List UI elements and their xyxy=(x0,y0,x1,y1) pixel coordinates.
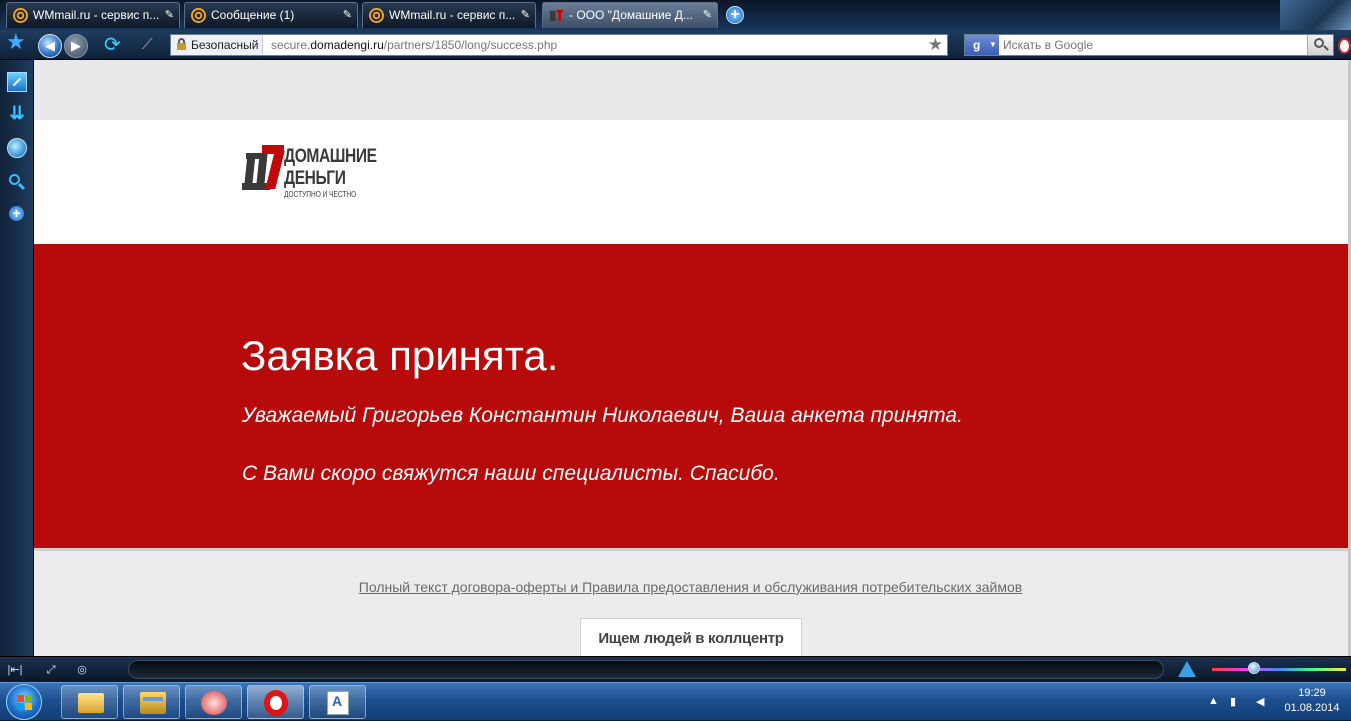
at-icon xyxy=(369,8,384,23)
zoom-slider-knob[interactable] xyxy=(1248,662,1260,674)
show-hidden-icons-icon[interactable]: ▲ xyxy=(1208,695,1219,707)
tab-label: WMmail.ru - сервис п... xyxy=(33,8,160,22)
url-prefix: secure. xyxy=(271,38,311,52)
page-title: Заявка принята. xyxy=(241,332,559,379)
forward-button[interactable]: ▶ xyxy=(64,34,88,58)
tab-wmmail-2[interactable]: WMmail.ru - сервис п... ✎ xyxy=(362,2,536,28)
clock-date: 01.08.2014 xyxy=(1284,702,1340,714)
volume-icon[interactable]: ◀ xyxy=(1256,695,1264,708)
site-header xyxy=(34,120,1351,244)
back-button[interactable]: ◀ xyxy=(38,34,62,58)
tab-label: - ООО "Домашние Д... xyxy=(569,8,693,22)
new-tab-button[interactable]: + xyxy=(726,6,744,24)
search-input[interactable] xyxy=(1001,35,1301,55)
google-engine-icon[interactable]: g ▼ xyxy=(965,35,999,55)
url-path: /partners/1850/long/success.php xyxy=(383,38,558,52)
at-icon xyxy=(191,8,206,23)
at-icon xyxy=(13,8,28,23)
bookmarks-panel-icon[interactable]: ★ xyxy=(6,31,26,53)
address-bar[interactable]: Безопасный secure.domadengi.ru/partners/… xyxy=(170,34,948,56)
contact-message: С Вами скоро свяжутся наши специалисты. … xyxy=(242,462,780,485)
history-panel-icon[interactable] xyxy=(7,138,27,158)
logo-mark-icon xyxy=(240,145,285,195)
bookmark-star-icon[interactable]: ★ xyxy=(928,35,943,55)
fit-width-icon[interactable]: ⤢ xyxy=(42,662,60,678)
tab-edit-icon[interactable]: ✎ xyxy=(703,3,712,27)
security-label: Безопасный xyxy=(191,38,259,52)
search-box: g ▼ xyxy=(964,34,1334,56)
chevron-down-icon: ▼ xyxy=(989,40,997,49)
side-panel: ★ ⇊ + xyxy=(0,31,34,656)
opera-menu-icon[interactable] xyxy=(1338,38,1351,54)
desktop-wallpaper-corner xyxy=(1280,0,1351,30)
notes-panel-icon[interactable] xyxy=(7,72,27,92)
tab-edit-icon[interactable]: ✎ xyxy=(521,3,530,27)
security-badge[interactable]: Безопасный xyxy=(171,35,264,55)
page-viewport: ДОМАШНИЕ ДЕНЬГИ ДОСТУПНО И ЧЕСТНО Заявка… xyxy=(34,60,1351,656)
browser-toolbar: ◀ ▶ ⟳ ⟋ Безопасный secure.domadengi.ru/p… xyxy=(0,30,1351,60)
browser-status-bar: |⇤| ⤢ ◎ xyxy=(0,656,1351,682)
system-clock[interactable]: 19:29 01.08.2014 xyxy=(1276,686,1348,716)
opera-icon xyxy=(264,690,288,716)
folder-icon xyxy=(140,692,166,714)
taskbar-document[interactable] xyxy=(309,685,366,719)
taskbar-snipping-tool[interactable] xyxy=(185,685,242,719)
tab-edit-icon[interactable]: ✎ xyxy=(165,3,174,27)
windows-taskbar: ▲ ▮ ◀ 19:29 01.08.2014 xyxy=(0,682,1351,720)
search-button[interactable] xyxy=(1307,35,1333,55)
arrow-left-icon: ◀ xyxy=(45,38,55,53)
tab-label: WMmail.ru - сервис п... xyxy=(389,8,516,22)
status-progress-track xyxy=(128,660,1164,679)
tab-message[interactable]: Сообщение (1) ✎ xyxy=(184,2,358,28)
wand-icon[interactable]: ⟋ xyxy=(142,36,166,56)
view-mode-icon[interactable]: ◎ xyxy=(73,662,91,678)
turbo-icon[interactable] xyxy=(1177,661,1197,679)
url-text[interactable]: secure.domadengi.ru/partners/1850/long/s… xyxy=(271,35,557,55)
page-top-strip xyxy=(34,60,1351,120)
clock-time: 19:29 xyxy=(1298,687,1326,699)
taskbar-opera[interactable] xyxy=(247,685,304,719)
logo-text-line2: ДЕНЬГИ xyxy=(284,168,346,189)
logo-text-line1: ДОМАШНИЕ xyxy=(284,146,377,167)
toggle-panel-icon[interactable]: |⇤| xyxy=(6,662,24,678)
site-logo[interactable]: ДОМАШНИЕ ДЕНЬГИ ДОСТУПНО И ЧЕСТНО xyxy=(240,145,390,201)
domadengi-favicon-icon xyxy=(549,9,564,22)
tab-wmmail-1[interactable]: WMmail.ru - сервис п... ✎ xyxy=(6,2,180,28)
tab-label: Сообщение (1) xyxy=(211,8,295,22)
start-button[interactable] xyxy=(6,684,42,720)
success-banner: Заявка принята. Уважаемый Григорьев Конс… xyxy=(34,244,1351,551)
downloads-panel-icon[interactable]: ⇊ xyxy=(7,104,27,124)
tab-domadengi[interactable]: - ООО "Домашние Д... ✎ xyxy=(542,2,718,28)
power-icon[interactable]: ▮ xyxy=(1230,695,1236,708)
callcenter-jobs-button[interactable]: Ищем людей в коллцентр xyxy=(580,618,802,656)
arrow-right-icon: ▶ xyxy=(71,38,81,53)
taskbar-explorer[interactable] xyxy=(123,685,180,719)
zoom-slider[interactable] xyxy=(1212,668,1346,671)
tab-strip: WMmail.ru - сервис п... ✎ Сообщение (1) … xyxy=(0,0,1351,30)
logo-tagline: ДОСТУПНО И ЧЕСТНО xyxy=(284,190,357,199)
tab-edit-icon[interactable]: ✎ xyxy=(343,3,352,27)
scissors-icon xyxy=(201,691,227,715)
taskbar-sticky-notes[interactable] xyxy=(61,685,118,719)
add-panel-icon[interactable]: + xyxy=(9,206,24,221)
reload-icon[interactable]: ⟳ xyxy=(104,35,128,57)
document-icon xyxy=(327,691,349,715)
offer-agreement-link[interactable]: Полный текст договора-оферты и Правила п… xyxy=(34,579,1347,595)
success-message: Уважаемый Григорьев Константин Николаеви… xyxy=(242,404,963,427)
lock-icon xyxy=(177,38,186,50)
sticky-notes-icon xyxy=(78,693,104,713)
search-panel-icon[interactable] xyxy=(7,172,27,192)
url-domain: domadengi.ru xyxy=(310,38,384,52)
windows-logo-icon xyxy=(17,695,33,711)
